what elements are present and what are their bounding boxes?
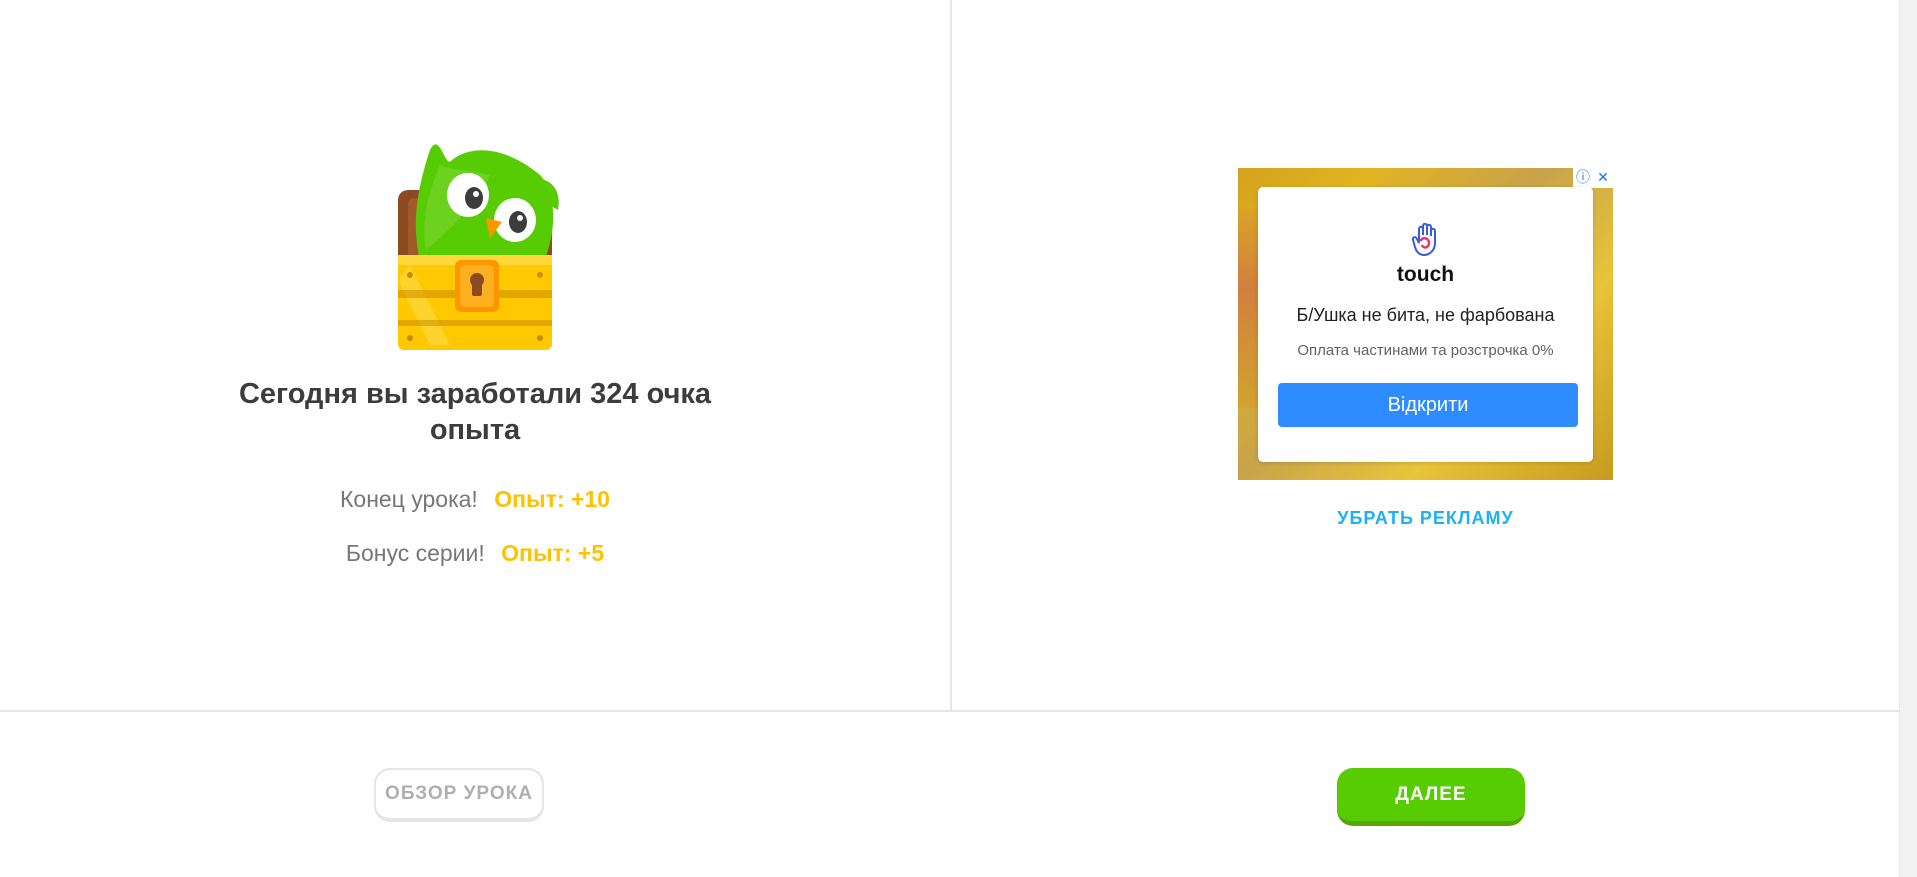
reward-row-lesson: Конец урока! Опыт: +10 xyxy=(200,486,750,513)
info-icon[interactable]: ⓘ xyxy=(1573,168,1593,188)
ad-open-button[interactable]: Відкрити xyxy=(1278,383,1578,427)
owl-chest-illustration xyxy=(390,130,570,350)
advertisement[interactable]: ⓘ ✕ touch Б/Ушка не бита, не фарбована О… xyxy=(1238,168,1613,480)
review-lesson-button[interactable]: ОБЗОР УРОКА xyxy=(374,768,544,822)
hand-icon xyxy=(1411,222,1436,257)
reward-row-streak: Бонус серии! Опыт: +5 xyxy=(200,540,750,567)
reward-label: Конец урока! xyxy=(340,486,478,512)
ad-title: Б/Ушка не бита, не фарбована xyxy=(1296,305,1555,325)
ad-card[interactable]: touch Б/Ушка не бита, не фарбована Оплат… xyxy=(1258,187,1593,462)
xp-earned-headline: Сегодня вы заработали 324 очка опыта xyxy=(238,378,712,446)
main-content: Сегодня вы заработали 324 очка опыта Кон… xyxy=(0,0,1900,712)
lesson-footer: ОБЗОР УРОКА ДАЛЕЕ xyxy=(0,712,1900,877)
vertical-scrollbar[interactable] xyxy=(1899,0,1917,877)
continue-button[interactable]: ДАЛЕЕ xyxy=(1337,768,1525,826)
reward-label: Бонус серии! xyxy=(345,540,485,566)
remove-ads-link[interactable]: УБРАТЬ РЕКЛАМУ xyxy=(1238,508,1613,529)
reward-value: Опыт: +5 xyxy=(501,540,605,566)
ad-brand-name: touch xyxy=(1396,263,1455,286)
ad-subtitle: Оплата частинами та розстрочка 0% xyxy=(1297,342,1554,359)
lesson-summary-panel: Сегодня вы заработали 324 очка опыта Кон… xyxy=(0,0,950,710)
ad-panel: ⓘ ✕ touch Б/Ушка не бита, не фарбована О… xyxy=(952,0,1900,710)
ad-brand-logo: touch xyxy=(1258,222,1593,287)
ad-choices: ⓘ ✕ xyxy=(1573,168,1613,188)
lesson-complete-page: Сегодня вы заработали 324 очка опыта Кон… xyxy=(0,0,1917,877)
reward-value: Опыт: +10 xyxy=(494,486,610,512)
close-icon[interactable]: ✕ xyxy=(1593,168,1613,188)
